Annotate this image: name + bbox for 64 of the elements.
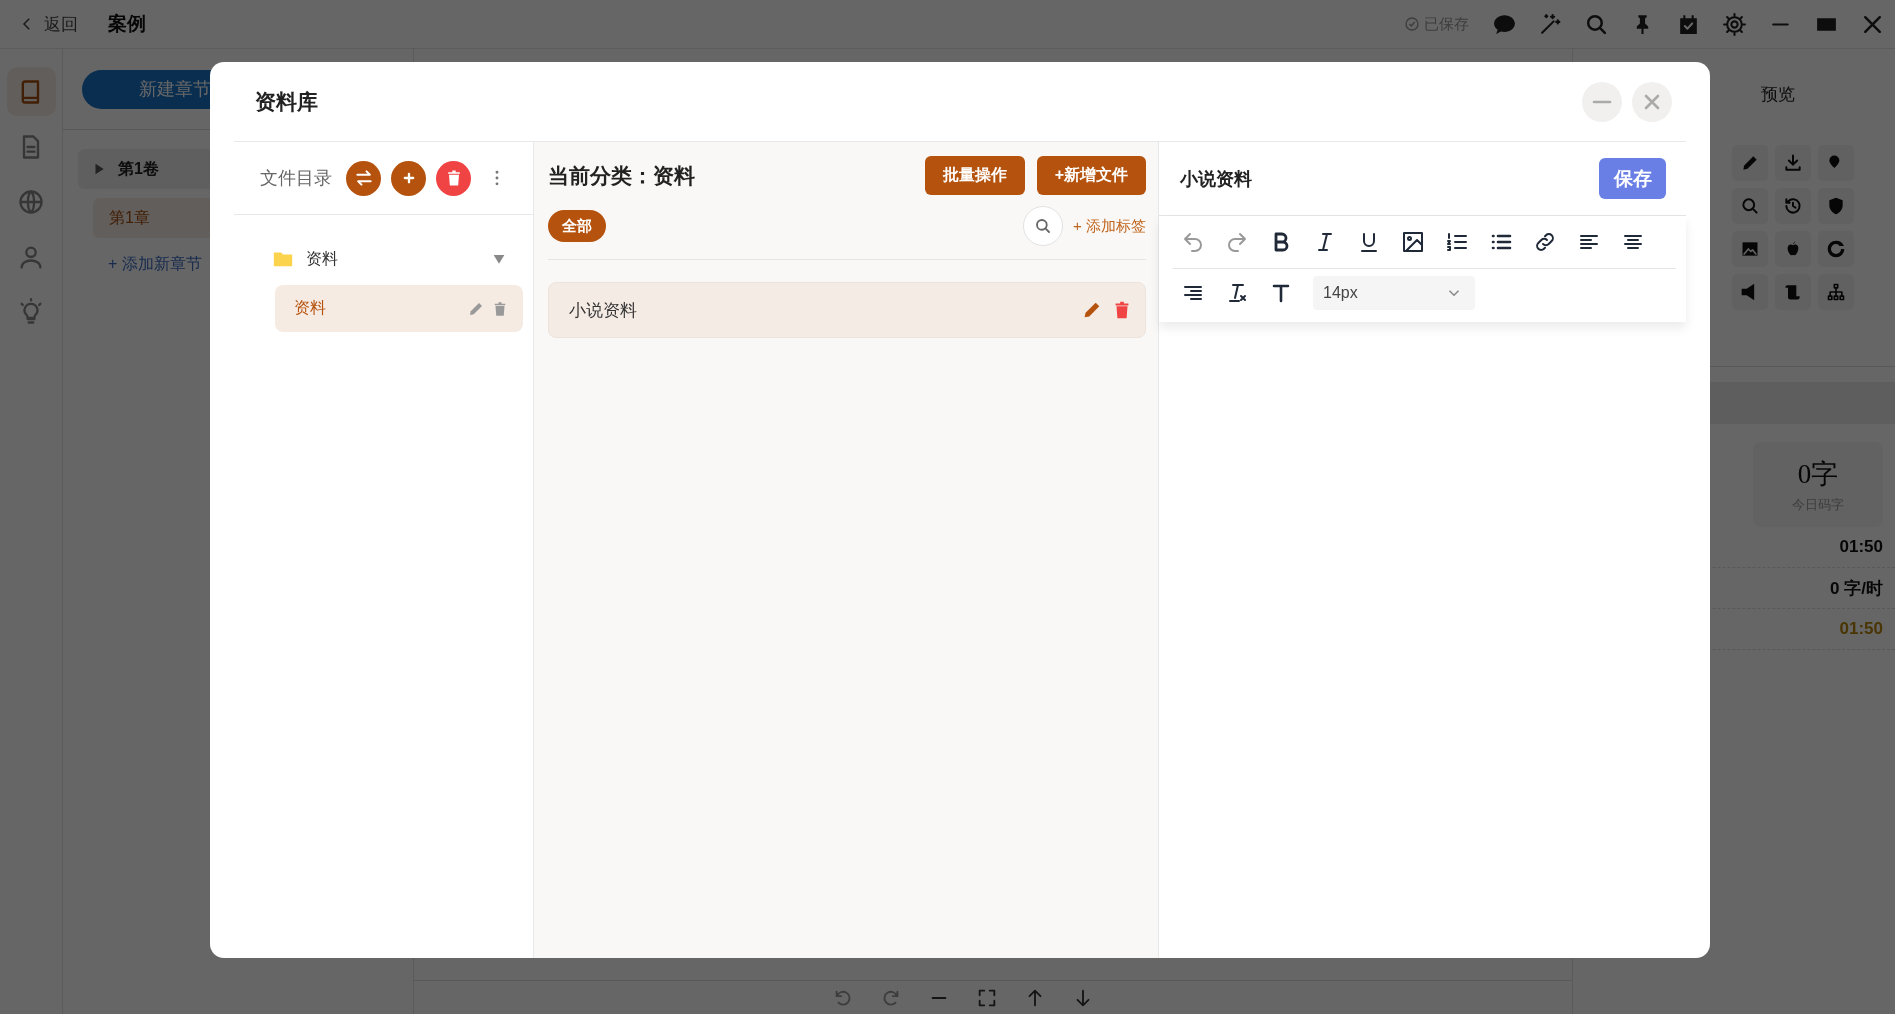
- tool-tile[interactable]: [1732, 274, 1768, 310]
- scroll-icon: [1783, 282, 1803, 302]
- tag-chip[interactable]: 全部: [548, 210, 606, 242]
- file-name: 小说资料: [569, 299, 638, 322]
- stat-row-value: 01:50: [1839, 537, 1883, 557]
- swap-button[interactable]: [346, 160, 381, 196]
- close-button[interactable]: [1632, 81, 1672, 122]
- settings-icon[interactable]: [1722, 11, 1747, 37]
- swap-icon: [353, 168, 374, 188]
- add-chapter-link[interactable]: + 添加新章节: [108, 254, 202, 275]
- category-name: 资料: [294, 298, 327, 318]
- fullscreen-icon[interactable]: [976, 987, 998, 1009]
- stat-value: 0字: [1797, 457, 1839, 491]
- tool-tile[interactable]: [1775, 188, 1811, 224]
- search-icon: [1740, 196, 1760, 216]
- tool-tile[interactable]: [1818, 145, 1854, 181]
- tool-tile[interactable]: [1818, 188, 1854, 224]
- add-tag-link[interactable]: + 添加标签: [1073, 216, 1146, 236]
- shield-icon: [1826, 196, 1846, 216]
- delete-button[interactable]: [436, 160, 471, 196]
- download-icon: [1783, 153, 1803, 173]
- tool-tile[interactable]: [1732, 145, 1768, 181]
- directory-heading: 文件目录: [260, 167, 332, 190]
- tool-tile[interactable]: [1775, 145, 1811, 181]
- add-button[interactable]: [391, 160, 426, 196]
- search-icon: [1034, 217, 1053, 235]
- folder-name[interactable]: 资料: [306, 248, 491, 270]
- save-button[interactable]: 保存: [1599, 158, 1666, 199]
- back-label: 返回: [44, 13, 78, 36]
- tool-tile[interactable]: [1732, 188, 1768, 224]
- book-title: 案例: [108, 12, 146, 36]
- category-item[interactable]: 资料: [275, 285, 523, 332]
- magic-wand-icon[interactable]: [1538, 11, 1563, 37]
- action-button[interactable]: +新增文件: [1036, 156, 1146, 195]
- minimize-button[interactable]: [1582, 81, 1622, 122]
- search-button[interactable]: [1023, 206, 1064, 246]
- font-size-select[interactable]: 14px: [1313, 276, 1475, 310]
- back-button[interactable]: 返回: [18, 12, 78, 36]
- font-size-value: 14px: [1323, 284, 1358, 302]
- action-button[interactable]: 批量操作: [924, 156, 1025, 195]
- history-icon: [1783, 196, 1803, 216]
- image-icon: [1740, 239, 1760, 259]
- stat-row-value: 01:50: [1839, 619, 1883, 639]
- tool-tile[interactable]: [1775, 274, 1811, 310]
- image-icon[interactable]: [1401, 230, 1425, 254]
- category-heading: 当前分类：资料: [548, 162, 695, 189]
- tool-tile[interactable]: [1818, 274, 1854, 310]
- link-icon[interactable]: [1533, 230, 1557, 254]
- tool-tile[interactable]: [1818, 231, 1854, 267]
- undo-icon[interactable]: [1181, 230, 1205, 254]
- sitemap-icon: [1826, 282, 1846, 302]
- preview-tab[interactable]: 预览: [1761, 82, 1795, 106]
- numbered-list-icon[interactable]: [1445, 230, 1469, 254]
- tool-tile[interactable]: [1775, 231, 1811, 267]
- redo-icon[interactable]: [1225, 230, 1249, 254]
- minimize-icon: [1592, 99, 1612, 104]
- tool-tile[interactable]: [1732, 231, 1768, 267]
- pencil-icon: [1740, 153, 1760, 173]
- rail-item[interactable]: [6, 67, 56, 116]
- stat-row-value: 0 字/时: [1830, 577, 1883, 600]
- document-title: 小说资料: [1180, 167, 1252, 191]
- globe-icon: [17, 187, 45, 216]
- file-card[interactable]: 小说资料: [548, 282, 1146, 338]
- volume-title: 第1卷: [118, 158, 159, 179]
